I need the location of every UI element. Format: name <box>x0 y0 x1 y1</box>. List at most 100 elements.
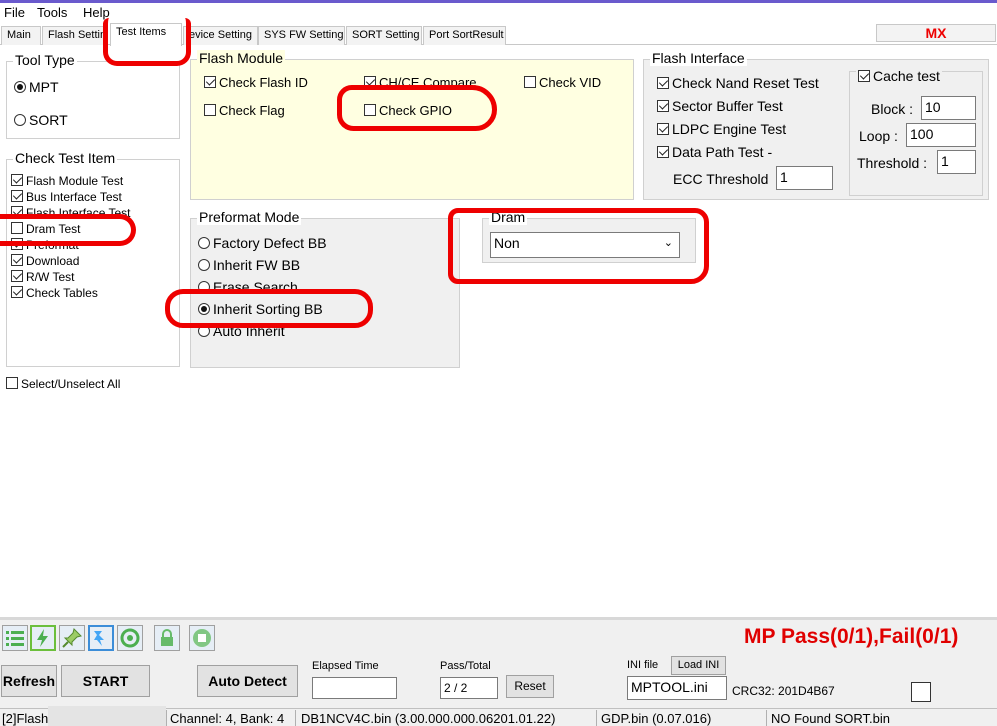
radio-label: Factory Defect BB <box>213 235 327 251</box>
rw-test-checkbox[interactable]: R/W Test <box>11 270 74 284</box>
pass-total-label: Pass/Total <box>440 660 491 672</box>
threshold-input[interactable]: 1 <box>937 150 976 174</box>
ldpc-engine-test-checkbox[interactable]: LDPC Engine Test <box>657 121 786 137</box>
chce-compare-checkbox[interactable]: CH/CE Compare <box>364 75 477 90</box>
menu-file[interactable]: File <box>4 5 25 20</box>
check-tables-checkbox[interactable]: Check Tables <box>11 286 98 300</box>
flash-module-group: Flash Module Check Flash ID CH/CE Compar… <box>190 50 634 200</box>
dram-test-checkbox[interactable]: Dram Test <box>11 222 80 236</box>
checkbox-empty-icon <box>204 104 216 116</box>
lock-icon[interactable] <box>154 625 180 651</box>
checkbox-label: Check Nand Reset Test <box>672 75 819 91</box>
start-button[interactable]: START <box>61 665 150 697</box>
radio-empty-icon <box>198 259 210 271</box>
checkbox-label: Dram Test <box>26 222 81 236</box>
menu-help[interactable]: Help <box>83 5 110 20</box>
auto-detect-button[interactable]: Auto Detect <box>197 665 298 697</box>
checkbox-label: Check VID <box>539 75 602 90</box>
data-path-test-checkbox[interactable]: Data Path Test - <box>657 144 772 160</box>
status-fw-bin: DB1NCV4C.bin (3.00.000.000.06201.01.22) <box>301 711 556 726</box>
tab-flash-setting[interactable]: Flash Settin <box>42 26 108 45</box>
option-checkbox[interactable] <box>911 682 931 702</box>
load-ini-button[interactable]: Load INI <box>671 656 726 675</box>
check-gpio-checkbox[interactable]: Check GPIO <box>364 103 452 118</box>
status-sort-bin: NO Found SORT.bin <box>771 711 890 726</box>
checkbox-label: Check Flash ID <box>219 75 308 90</box>
tab-bar: Main Flash Settin Test Items evice Setti… <box>0 23 997 46</box>
radio-selected-icon <box>14 81 26 93</box>
check-flag-checkbox[interactable]: Check Flag <box>204 103 285 118</box>
checkbox-label: Data Path Test - <box>672 144 773 160</box>
nand-reset-test-checkbox[interactable]: Check Nand Reset Test <box>657 75 819 91</box>
download-checkbox[interactable]: Download <box>11 254 79 268</box>
menu-tools[interactable]: Tools <box>37 5 67 20</box>
checkbox-checked-icon <box>364 76 376 88</box>
bus-interface-test-checkbox[interactable]: Bus Interface Test <box>11 190 122 204</box>
flash-interface-test-checkbox[interactable]: Flash Interface Test <box>11 206 131 220</box>
tool-type-mpt-radio[interactable]: MPT <box>14 79 59 95</box>
cache-test-checkbox[interactable]: Cache test <box>856 68 942 84</box>
ini-file-label: INI file <box>627 659 659 671</box>
crc32-value: CRC32: 201D4B67 <box>732 684 835 698</box>
select-all-checkbox[interactable]: Select/Unselect All <box>6 377 120 391</box>
status-gdp-bin: GDP.bin (0.07.016) <box>601 711 712 726</box>
flash-module-title: Flash Module <box>197 50 286 66</box>
inherit-fw-bb-radio[interactable]: Inherit FW BB <box>198 257 300 273</box>
radio-empty-icon <box>198 237 210 249</box>
erase-search-radio[interactable]: Erase Search <box>198 279 298 295</box>
tab-sort-setting[interactable]: SORT Setting <box>346 26 422 45</box>
checkbox-label: Flash Interface Test <box>26 206 131 220</box>
tab-device-setting[interactable]: evice Setting <box>183 26 258 45</box>
dram-group: Dram Non ⌄ <box>482 209 696 263</box>
list-icon[interactable] <box>2 625 28 651</box>
refresh-button[interactable]: Refresh <box>1 665 57 697</box>
tab-port-sort-result[interactable]: Port SortResult <box>423 26 506 45</box>
radio-empty-icon <box>198 325 210 337</box>
auto-inherit-radio[interactable]: Auto Inherit <box>198 323 285 339</box>
select-all-label: Select/Unselect All <box>21 377 121 391</box>
menu-bar: File Tools Help <box>0 3 997 23</box>
factory-defect-bb-radio[interactable]: Factory Defect BB <box>198 235 327 251</box>
power-lightning-icon[interactable] <box>30 625 56 651</box>
tab-test-items[interactable]: Test Items <box>110 23 182 46</box>
checkbox-checked-icon <box>204 76 216 88</box>
checkbox-label: Bus Interface Test <box>26 190 122 204</box>
refresh-cycle-icon[interactable] <box>117 625 143 651</box>
checkbox-checked-icon <box>657 77 669 89</box>
inherit-sorting-bb-radio[interactable]: Inherit Sorting BB <box>198 301 323 317</box>
checkbox-label: Preformat <box>26 238 79 252</box>
vendor-label: MX <box>876 24 996 42</box>
tool-type-title: Tool Type <box>13 52 77 68</box>
pin-icon[interactable] <box>59 625 85 651</box>
loop-input[interactable]: 100 <box>906 123 976 147</box>
check-vid-checkbox[interactable]: Check VID <box>524 75 601 90</box>
test-items-panel: Tool Type MPT SORT Check Test Item Flash… <box>0 18 997 617</box>
checkbox-checked-icon <box>11 286 23 298</box>
tab-main[interactable]: Main <box>1 26 41 45</box>
loop-label: Loop : <box>859 128 898 144</box>
preformat-mode-title: Preformat Mode <box>197 209 302 225</box>
checkbox-label: LDPC Engine Test <box>672 121 787 137</box>
push-pin-icon[interactable] <box>88 625 114 651</box>
status-bar: [2]Flash: Channel: 4, Bank: 4 DB1NCV4C.b… <box>0 706 997 726</box>
preformat-checkbox[interactable]: Preformat <box>11 238 79 252</box>
tab-sys-fw-setting[interactable]: SYS FW Setting <box>258 26 345 45</box>
ecc-threshold-input[interactable]: 1 <box>776 166 833 190</box>
reset-button[interactable]: Reset <box>506 675 554 698</box>
sector-buffer-test-checkbox[interactable]: Sector Buffer Test <box>657 98 783 114</box>
stop-icon[interactable] <box>189 625 215 651</box>
radio-label: Erase Search <box>213 279 298 295</box>
checkbox-checked-icon <box>11 190 23 202</box>
check-flash-id-checkbox[interactable]: Check Flash ID <box>204 75 308 90</box>
dram-select[interactable]: Non ⌄ <box>490 232 680 258</box>
checkbox-checked-icon <box>657 123 669 135</box>
flash-module-test-checkbox[interactable]: Flash Module Test <box>11 174 123 188</box>
tool-type-sort-radio[interactable]: SORT <box>14 112 68 128</box>
checkbox-checked-icon <box>11 238 23 250</box>
checkbox-label: Check Flag <box>219 103 285 118</box>
block-input[interactable]: 10 <box>921 96 976 120</box>
checkbox-label: Download <box>26 254 80 268</box>
ecc-threshold-label: ECC Threshold <box>673 171 769 187</box>
flash-interface-title: Flash Interface <box>650 50 747 66</box>
status-channel-bank: Channel: 4, Bank: 4 <box>170 711 285 726</box>
